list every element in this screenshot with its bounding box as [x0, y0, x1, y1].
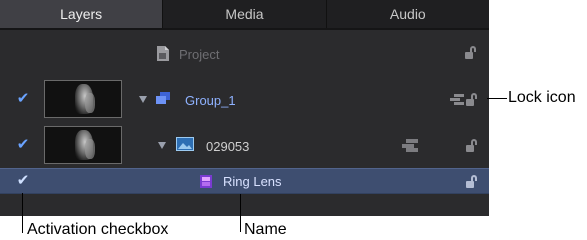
layer-thumbnail: [44, 80, 122, 118]
layer-stack-icon: [450, 94, 464, 105]
layer-name[interactable]: Ring Lens: [223, 174, 282, 189]
layer-row-clip[interactable]: ✔ 029053: [0, 123, 489, 167]
tab-media[interactable]: Media: [163, 0, 327, 28]
name-callout-label: Name: [244, 221, 287, 238]
disclosure-triangle-icon[interactable]: [139, 96, 147, 103]
tab-layers[interactable]: Layers: [0, 0, 164, 28]
layers-panel: Layers Media Audio Project ✔ Group_1 ✔ 0…: [0, 0, 489, 216]
name-callout-line: [240, 194, 241, 232]
layer-name[interactable]: Project: [179, 47, 219, 62]
activation-checkbox[interactable]: ✔: [16, 137, 30, 152]
panel-tabs: Layers Media Audio: [0, 0, 489, 28]
tab-divider: [0, 28, 489, 30]
layer-row-project[interactable]: Project: [0, 32, 489, 72]
lock-callout-label: Lock icon: [508, 89, 576, 106]
project-document-icon: [157, 46, 169, 61]
disclosure-triangle-icon[interactable]: [158, 142, 166, 149]
lock-icon[interactable]: [465, 46, 477, 60]
layer-name[interactable]: Group_1: [185, 93, 236, 108]
layers-empty-area: [0, 195, 489, 216]
lock-callout-line: [487, 98, 507, 99]
lock-icon[interactable]: [466, 139, 478, 153]
checkbox-callout-label: Activation checkbox: [27, 221, 169, 238]
layer-name[interactable]: 029053: [206, 139, 249, 154]
activation-checkbox[interactable]: ✔: [16, 173, 30, 188]
group-stack-icon: [156, 92, 170, 104]
filter-icon: [200, 175, 212, 188]
layer-row-group[interactable]: ✔ Group_1: [0, 77, 489, 121]
tab-audio[interactable]: Audio: [326, 0, 489, 28]
activation-checkbox[interactable]: ✔: [16, 91, 30, 106]
layer-row-ring-lens[interactable]: ✔ Ring Lens: [0, 168, 489, 194]
layer-thumbnail: [44, 126, 122, 164]
layer-stack-icon: [402, 139, 418, 152]
lock-icon[interactable]: [466, 175, 478, 189]
checkbox-callout-line: [22, 193, 23, 233]
lock-icon[interactable]: [466, 93, 478, 107]
image-clip-icon: [176, 137, 194, 151]
